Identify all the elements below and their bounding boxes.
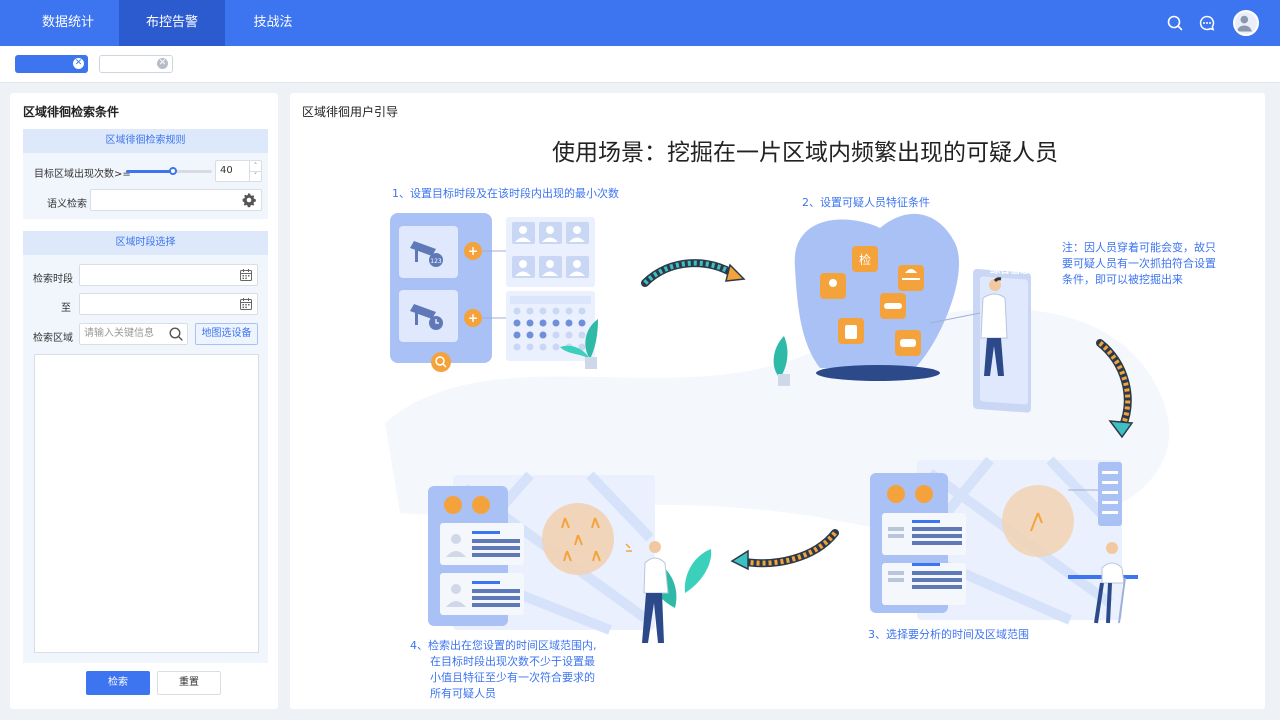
open-tab-strip: ✕ ✕ <box>0 46 1280 83</box>
area-label: 检索区域 <box>33 333 73 344</box>
guide-note: 注：因人员穿着可能会变，故只 要可疑人员有一次抓拍符合设置 条件，即可以被挖掘出… <box>1062 240 1216 288</box>
section-title: 区域徘徊检索规则 <box>23 129 268 153</box>
to-label: 至 <box>61 303 71 314</box>
step-2-text: 2、设置可疑人员特征条件 <box>802 196 930 209</box>
grid-dot <box>552 343 560 351</box>
section-title: 区域时段选择 <box>23 231 268 255</box>
grid-dot <box>565 331 573 339</box>
step-1-text: 1、设置目标时段及在该时段内出现的最小次数 <box>392 187 619 200</box>
top-nav: 数据统计 布控告警 技战法 <box>0 0 1280 46</box>
grid-dot <box>513 307 521 315</box>
search-button[interactable]: 检索 <box>86 671 150 695</box>
open-tab-active[interactable]: ✕ <box>15 55 88 73</box>
count-stepper[interactable]: 40 ˄ ˅ <box>215 160 262 182</box>
grid-dot <box>565 307 573 315</box>
grid-dot <box>552 307 560 315</box>
step-4-line: 所有可疑人员 <box>430 687 496 700</box>
message-icon[interactable] <box>1197 13 1217 33</box>
grid-dot <box>565 319 573 327</box>
increment-icon[interactable]: ˄ <box>249 161 261 171</box>
map-select-device-button[interactable]: 地图选设备 <box>195 323 258 345</box>
search-icon[interactable] <box>168 326 184 342</box>
nav-tab-alarm[interactable]: 布控告警 <box>119 0 225 46</box>
search-icon[interactable] <box>1165 13 1185 33</box>
open-tab-inactive[interactable]: ✕ <box>99 55 173 73</box>
user-avatar[interactable] <box>1233 10 1259 36</box>
semantic-label: 语义检索 <box>47 199 87 210</box>
note-line: 条件，即可以被挖掘出来 <box>1062 273 1183 286</box>
grid-dot <box>526 343 534 351</box>
count-label: 目标区域出现次数>= <box>34 169 131 180</box>
grid-dot <box>526 319 534 327</box>
screen-label: 综合信息 <box>990 263 1030 276</box>
step-4-line: 4、检索出在您设置的时间区域范围内, <box>410 639 597 652</box>
nav-tab-tactics[interactable]: 技战法 <box>240 0 306 46</box>
count-slider[interactable] <box>126 167 212 175</box>
note-line: 注：因人员穿着可能会变，故只 <box>1062 241 1216 254</box>
decrement-icon[interactable]: ˅ <box>249 171 261 181</box>
start-time-label: 检索时段 <box>33 274 73 285</box>
search-conditions-panel: 区域徘徊检索条件 区域徘徊检索规则 目标区域出现次数>= 40 ˄ ˅ 语义检索… <box>10 93 278 709</box>
nav-tab-statistics[interactable]: 数据统计 <box>28 0 108 46</box>
semantic-search-input[interactable] <box>90 189 262 211</box>
count-value: 40 <box>220 165 233 176</box>
grid-dot <box>578 307 586 315</box>
grid-dot <box>578 319 586 327</box>
grid-dot <box>526 331 534 339</box>
step1-illustration: 123 + + <box>390 213 598 372</box>
settings-gear-icon[interactable] <box>241 192 257 208</box>
close-icon[interactable]: ✕ <box>157 58 168 69</box>
area-placeholder: 请输入关键信息 <box>84 328 154 339</box>
start-time-input[interactable] <box>79 264 258 286</box>
calendar-icon[interactable] <box>239 297 253 311</box>
grid-dot <box>513 331 521 339</box>
slider-fill <box>126 170 174 173</box>
step-3-text: 3、选择要分析的时间及区域范围 <box>868 628 1029 641</box>
step-4-line: 小值且特征至少有一次符合要求的 <box>430 671 595 684</box>
grid-dot <box>513 319 521 327</box>
user-avatar-icon <box>1236 15 1252 32</box>
grid-dot <box>539 331 547 339</box>
grid-dot <box>539 319 547 327</box>
grid-dot <box>578 331 586 339</box>
feature-tag-text: 检 <box>859 252 871 267</box>
note-line: 要可疑人员有一次抓拍符合设置 <box>1062 257 1216 270</box>
svg-text:+: + <box>468 311 478 325</box>
grid-dot <box>552 319 560 327</box>
step3-illustration <box>870 456 1138 625</box>
end-time-input[interactable] <box>79 293 258 315</box>
step-4-text: 4、检索出在您设置的时间区域范围内, 在目标时段出现次数不少于设置最 小值且特征… <box>410 638 597 702</box>
step-4-line: 在目标时段出现次数不少于设置最 <box>430 655 595 668</box>
grid-dot <box>539 343 547 351</box>
calendar-icon[interactable] <box>239 268 253 282</box>
grid-dot <box>513 343 521 351</box>
area-keyword-input[interactable]: 请输入关键信息 <box>79 323 188 345</box>
grid-dot <box>539 307 547 315</box>
user-guide-panel: 区域徘徊用户引导 使用场景：挖掘在一片区域内频繁出现的可疑人员 123 + + <box>290 93 1265 709</box>
grid-dot <box>552 331 560 339</box>
close-icon[interactable]: ✕ <box>73 58 84 69</box>
panel-title: 区域徘徊检索条件 <box>23 105 120 119</box>
grid-dot <box>526 307 534 315</box>
selected-area-list[interactable] <box>34 354 259 653</box>
svg-text:+: + <box>468 244 478 258</box>
reset-button[interactable]: 重置 <box>157 671 221 695</box>
badge-123: 123 <box>430 258 442 265</box>
